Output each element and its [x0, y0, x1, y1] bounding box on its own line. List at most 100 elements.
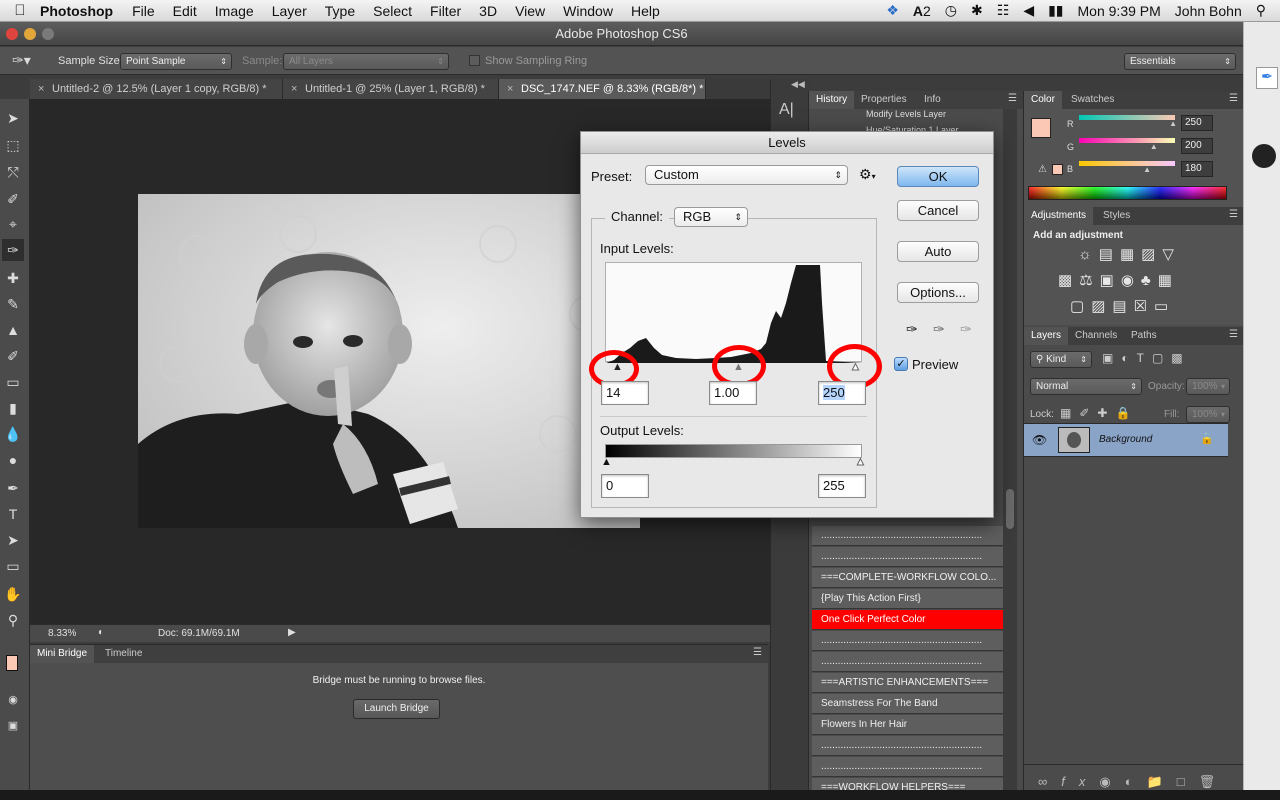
pen-tool-icon[interactable]: ✒ — [2, 477, 24, 499]
delete-layer-icon[interactable]: 🗑 — [1199, 774, 1230, 789]
new-adjustment-icon[interactable]: ◐ — [1125, 774, 1147, 789]
gamut-warning-icon[interactable]: ⚠ — [1038, 164, 1047, 175]
crop-tool-icon[interactable]: ⌖ — [2, 213, 24, 235]
zoom-window-icon[interactable] — [42, 28, 54, 40]
add-mask-icon[interactable]: ◉ — [1099, 774, 1124, 789]
preset-options-gear-icon[interactable]: ⚙▾ — [859, 166, 876, 183]
user-name[interactable]: John Bohn — [1175, 3, 1242, 19]
options-button[interactable]: Options... — [897, 282, 979, 303]
spotlight-search-icon[interactable]: ⚲ — [1256, 2, 1266, 19]
action-item[interactable]: ===ARTISTIC ENHANCEMENTS=== — [812, 673, 1003, 693]
lasso-tool-icon[interactable]: ⤲ — [2, 161, 24, 183]
posterize-icon[interactable]: ▨ — [1091, 298, 1112, 315]
time-machine-icon[interactable]: ◷ — [945, 2, 957, 19]
input-gamma-field[interactable]: 1.00 — [709, 381, 757, 405]
filter-pixel-icon[interactable]: ▣ — [1102, 351, 1121, 365]
tab-mini-bridge[interactable]: Mini Bridge — [30, 645, 95, 663]
lock-all-icon[interactable]: 🔒 — [1115, 406, 1138, 420]
menu-layer[interactable]: Layer — [272, 3, 307, 19]
vibrance-icon[interactable]: ▽ — [1162, 246, 1181, 263]
threshold-icon[interactable]: ▤ — [1112, 298, 1133, 315]
close-tab-icon[interactable]: × — [291, 79, 297, 99]
output-black-slider-thumb[interactable]: ▲ — [601, 456, 612, 468]
action-item[interactable]: Flowers In Her Hair — [812, 715, 1003, 735]
tab-properties[interactable]: Properties — [854, 91, 914, 109]
green-value-field[interactable]: 200 — [1181, 138, 1213, 154]
pen-icon[interactable]: ✒ — [1256, 67, 1278, 89]
color-balance-icon[interactable]: ⚖ — [1079, 272, 1099, 289]
tab-info[interactable]: Info — [917, 91, 948, 109]
path-selection-tool-icon[interactable]: ➤ — [2, 529, 24, 551]
dropbox-icon[interactable]: ❖ — [886, 2, 899, 19]
clone-stamp-tool-icon[interactable]: ▲ — [2, 319, 24, 341]
adobe-notification-icon[interactable]: A2 — [913, 3, 931, 19]
exposure-icon[interactable]: ▨ — [1141, 246, 1162, 263]
photo-child-shushing[interactable] — [138, 194, 640, 528]
tab-swatches[interactable]: Swatches — [1064, 91, 1121, 109]
close-window-icon[interactable] — [6, 28, 18, 40]
zoom-level[interactable]: 8.33% — [48, 628, 76, 639]
preset-select[interactable]: Custom ⇕ — [645, 165, 848, 185]
input-black-field[interactable]: 14 — [601, 381, 649, 405]
close-tab-icon[interactable]: × — [507, 79, 513, 99]
black-white-icon[interactable]: ▣ — [1100, 272, 1121, 289]
action-item[interactable]: ........................................… — [812, 736, 1003, 756]
eyedropper-tool-preset-icon[interactable]: ✑▾ — [12, 52, 31, 69]
tab-layers[interactable]: Layers — [1024, 327, 1069, 345]
tab-untitled-1[interactable]: × Untitled-1 @ 25% (Layer 1, RGB/8) * — [283, 79, 499, 99]
history-scrollbar[interactable] — [1003, 109, 1017, 800]
opacity-field[interactable]: 100% ▾ — [1186, 378, 1230, 395]
wifi-icon[interactable]: ☷ — [997, 2, 1010, 19]
new-layer-icon[interactable]: □ — [1177, 774, 1199, 789]
gradient-map-icon[interactable]: ▭ — [1154, 298, 1175, 315]
layer-row-background[interactable]: 👁 Background 🔒 — [1024, 423, 1228, 457]
circle-icon[interactable] — [1252, 144, 1276, 168]
action-item[interactable]: ........................................… — [812, 547, 1003, 567]
marquee-tool-icon[interactable]: ⬚ — [2, 134, 24, 156]
photo-filter-icon[interactable]: ◉ — [1121, 272, 1141, 289]
tab-timeline[interactable]: Timeline — [98, 645, 149, 663]
brightness-contrast-icon[interactable]: ☼ — [1078, 246, 1099, 263]
action-item[interactable]: ........................................… — [812, 757, 1003, 777]
menu-type[interactable]: Type — [325, 3, 355, 19]
action-item[interactable]: ........................................… — [812, 631, 1003, 651]
action-item[interactable]: {Play This Action First} — [812, 589, 1003, 609]
tab-adjustments[interactable]: Adjustments — [1024, 207, 1094, 225]
move-tool-icon[interactable]: ➤ — [2, 107, 24, 129]
layer-name[interactable]: Background — [1099, 434, 1152, 445]
blur-tool-icon[interactable]: 💧 — [2, 423, 24, 445]
collapse-dock-icon[interactable]: ◀◀ — [791, 79, 805, 90]
close-tab-icon[interactable]: × — [38, 79, 44, 99]
new-group-icon[interactable]: 📁 — [1147, 774, 1177, 789]
menu-select[interactable]: Select — [373, 3, 412, 19]
green-slider[interactable]: ▲ — [1079, 138, 1175, 151]
output-black-field[interactable]: 0 — [601, 474, 649, 498]
panel-menu-icon[interactable]: ☰ — [1229, 329, 1238, 340]
quick-mask-icon[interactable]: ◉ — [2, 689, 24, 711]
white-point-eyedropper-icon[interactable]: ✑ — [960, 321, 972, 338]
lock-transparent-icon[interactable]: ▦ — [1060, 406, 1079, 420]
invert-icon[interactable]: ▢ — [1070, 298, 1091, 315]
action-item[interactable]: ........................................… — [812, 652, 1003, 672]
menu-app-name[interactable]: Photoshop — [40, 3, 113, 19]
filter-type-icon[interactable]: T — [1137, 351, 1152, 365]
launch-bridge-button[interactable]: Launch Bridge — [353, 699, 440, 719]
panel-menu-icon[interactable]: ☰ — [753, 647, 762, 658]
preview-checkbox[interactable]: ✓ — [894, 357, 908, 371]
foreground-color-swatch[interactable] — [6, 655, 18, 671]
tab-styles[interactable]: Styles — [1096, 207, 1137, 225]
volume-icon[interactable]: ◀ — [1023, 2, 1034, 19]
clock[interactable]: Mon 9:39 PM — [1078, 3, 1161, 19]
menu-3d[interactable]: 3D — [479, 3, 497, 19]
menu-window[interactable]: Window — [563, 3, 613, 19]
tab-untitled-2[interactable]: × Untitled-2 @ 12.5% (Layer 1 copy, RGB/8… — [30, 79, 283, 99]
panel-menu-icon[interactable]: ☰ — [1229, 209, 1238, 220]
screen-mode-icon[interactable]: ▣ — [2, 715, 24, 737]
history-item[interactable]: Modify Levels Layer — [812, 109, 1003, 119]
fill-field[interactable]: 100% ▾ — [1186, 406, 1230, 423]
quick-selection-tool-icon[interactable]: ✐ — [2, 188, 24, 210]
menu-image[interactable]: Image — [215, 3, 254, 19]
levels-icon[interactable]: ▤ — [1099, 246, 1120, 263]
lock-image-icon[interactable]: ✐ — [1079, 406, 1097, 420]
color-lookup-icon[interactable]: ▦ — [1158, 272, 1179, 289]
